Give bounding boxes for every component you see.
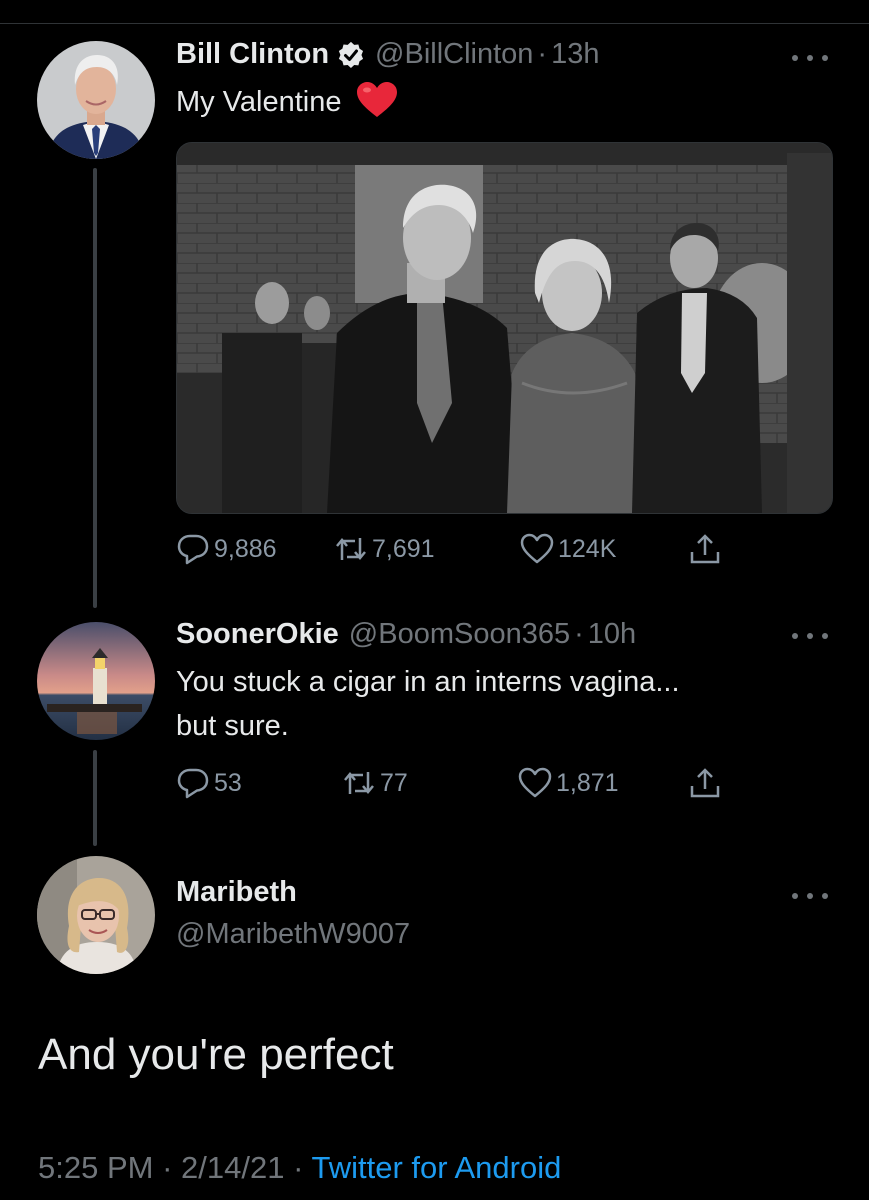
user-handle[interactable]: @BoomSoon365: [349, 618, 570, 651]
avatar-maribeth[interactable]: [37, 856, 155, 974]
reply-icon: [177, 768, 209, 799]
retweet-button[interactable]: 77: [342, 766, 408, 800]
tweet-source-link[interactable]: Twitter for Android: [311, 1150, 561, 1185]
tweet-text: You stuck a cigar in an interns vagina..…: [176, 660, 680, 748]
thread-connector-line: [93, 750, 97, 846]
tweet-text-content: My Valentine: [176, 86, 342, 118]
tweet-text: My Valentine: [176, 80, 398, 124]
more-icon[interactable]: [792, 626, 828, 646]
heart-icon: [518, 767, 552, 798]
tweet-photo[interactable]: [176, 142, 833, 514]
retweet-count: 7,691: [372, 534, 435, 563]
retweet-icon: [344, 772, 374, 794]
reply-count: 9,886: [214, 534, 277, 563]
user-handle[interactable]: @BillClinton: [375, 38, 533, 71]
reply-count: 53: [214, 768, 242, 797]
like-button[interactable]: 1,871: [518, 766, 619, 800]
verified-badge-icon: [337, 41, 365, 69]
avatar-bill-clinton[interactable]: [37, 41, 155, 159]
reply-button[interactable]: 53: [176, 766, 242, 800]
display-name[interactable]: Maribeth: [176, 876, 297, 909]
separator-dot: ·: [162, 1150, 173, 1185]
tweet-actions: 53 77 1,871: [176, 766, 736, 806]
tweet-header: SoonerOkie @BoomSoon365 · 10h: [176, 618, 636, 651]
tweet-date[interactable]: 2/14/21: [181, 1150, 284, 1185]
separator-dot: ·: [537, 38, 548, 70]
tweet-metadata: 5:25 PM · 2/14/21 · Twitter for Android: [38, 1150, 561, 1186]
avatar-sooneroakie[interactable]: [37, 622, 155, 740]
tweet-header-handle-row: @MaribethW9007: [176, 918, 410, 951]
like-count: 124K: [558, 534, 617, 563]
tweet-text-line: but sure.: [176, 710, 289, 742]
tweet-actions: 9,886 7,691 124K: [176, 532, 736, 572]
display-name[interactable]: Bill Clinton: [176, 38, 329, 71]
share-icon: [690, 768, 720, 798]
tweet-text-line: You stuck a cigar in an interns vagina..…: [176, 666, 680, 698]
more-icon[interactable]: [792, 886, 828, 906]
tweet-time[interactable]: 10h: [588, 618, 636, 651]
retweet-icon: [336, 538, 366, 560]
retweet-button[interactable]: 7,691: [334, 532, 435, 566]
separator-dot: ·: [574, 618, 584, 650]
tweet-header: Bill Clinton @BillClinton · 13h: [176, 38, 599, 71]
retweet-count: 77: [380, 768, 408, 797]
share-icon: [690, 534, 720, 564]
thread-connector-line: [93, 168, 97, 608]
display-name[interactable]: SoonerOkie: [176, 618, 339, 651]
reply-icon: [177, 534, 209, 565]
like-button[interactable]: 124K: [520, 532, 616, 566]
tweet-time[interactable]: 13h: [551, 38, 599, 71]
heart-icon: [520, 533, 554, 564]
user-handle[interactable]: @MaribethW9007: [176, 918, 410, 951]
like-count: 1,871: [556, 768, 619, 797]
share-button[interactable]: [688, 766, 726, 800]
more-icon[interactable]: [792, 48, 828, 68]
share-button[interactable]: [688, 532, 726, 566]
tweet-header: Maribeth: [176, 876, 297, 909]
reply-button[interactable]: 9,886: [176, 532, 277, 566]
tweet-timestamp[interactable]: 5:25 PM: [38, 1150, 153, 1185]
red-heart-emoji-icon: [356, 81, 398, 119]
separator-dot: ·: [293, 1150, 304, 1185]
top-divider: [0, 23, 869, 24]
focused-tweet-text: And you're perfect: [38, 1030, 394, 1079]
